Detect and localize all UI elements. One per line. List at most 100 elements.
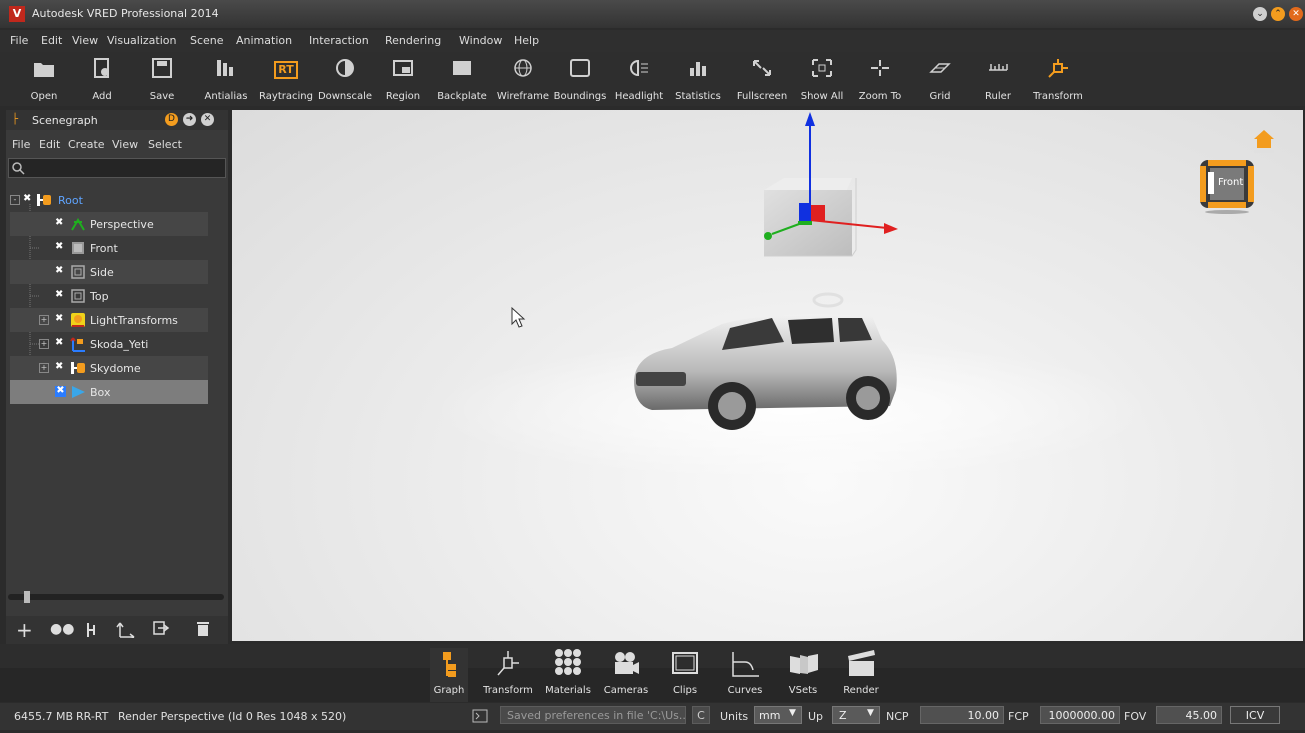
menu-rendering[interactable]: Rendering <box>385 34 441 47</box>
dock-tab-materials[interactable]: Materials <box>542 648 594 702</box>
panel-close-icon[interactable]: ✕ <box>201 113 214 126</box>
maximize-icon[interactable]: ⌃ <box>1271 7 1285 21</box>
menu-visualization[interactable]: Visualization <box>107 34 176 47</box>
home-icon[interactable] <box>1252 128 1276 154</box>
delete-icon[interactable] <box>196 621 210 637</box>
tree-node-side[interactable]: ✖ Side <box>10 260 208 284</box>
zoom-slider[interactable] <box>8 591 224 603</box>
transform-node-icon[interactable] <box>116 620 136 638</box>
up-label: Up <box>808 710 824 723</box>
collapse-icon[interactable]: - <box>10 195 20 205</box>
region-button[interactable]: Region <box>381 52 425 106</box>
save-button[interactable]: Save <box>140 52 184 106</box>
slider-handle[interactable] <box>24 591 30 603</box>
icv-button[interactable]: ICV <box>1230 706 1280 724</box>
render-viewport[interactable]: Front <box>232 110 1303 641</box>
dock-tab-transform[interactable]: Transform <box>480 648 536 702</box>
visibility-toggle[interactable]: ✖ <box>55 362 65 372</box>
antialias-button[interactable]: Antialias <box>202 52 250 106</box>
show-all-button[interactable]: Show All <box>796 52 848 106</box>
visibility-toggle[interactable]: ✖ <box>55 266 65 276</box>
render-mode: RR-RT <box>76 710 109 723</box>
dock-tab-clips[interactable]: Clips <box>662 648 708 702</box>
sg-menu-select[interactable]: Select <box>148 138 182 151</box>
headlight-button[interactable]: Headlight <box>612 52 666 106</box>
undock-arrow-icon[interactable]: ➜ <box>183 113 196 126</box>
backplate-button[interactable]: Backplate <box>434 52 490 106</box>
zoom-to-button[interactable]: Zoom To <box>854 52 906 106</box>
downscale-button[interactable]: Downscale <box>315 52 375 106</box>
visibility-toggle[interactable]: ✖ <box>23 194 33 204</box>
grid-button[interactable]: Grid <box>918 52 962 106</box>
add-node-icon[interactable]: + <box>16 618 33 642</box>
scenegraph-panel: ├ Scenegraph D ➜ ✕ File Edit Create View… <box>6 110 228 644</box>
menu-help[interactable]: Help <box>514 34 539 47</box>
scenegraph-search-input[interactable] <box>8 158 226 178</box>
dock-tab-graph[interactable]: Graph <box>430 648 468 702</box>
sg-menu-file[interactable]: File <box>12 138 30 151</box>
console-button[interactable]: C <box>692 706 710 724</box>
mouse-cursor <box>511 306 526 328</box>
tree-node-skydome[interactable]: + ✖ Skydome <box>10 356 208 380</box>
chevron-down-icon: ▼ <box>789 708 796 718</box>
boundings-button[interactable]: Boundings <box>552 52 608 106</box>
link-nodes-icon[interactable]: ●● <box>50 621 74 637</box>
visibility-toggle[interactable]: ✖ <box>55 242 65 252</box>
navigation-cube[interactable]: Front <box>1198 156 1256 214</box>
menu-scene[interactable]: Scene <box>190 34 224 47</box>
up-axis-select[interactable]: Z ▼ <box>832 706 880 724</box>
dock-icon[interactable]: D <box>165 113 178 126</box>
visibility-toggle[interactable]: ✖ <box>55 218 65 228</box>
transform-button[interactable]: Transform <box>1030 52 1086 106</box>
tree-node-top[interactable]: ✖ Top <box>10 284 208 308</box>
visibility-toggle[interactable]: ✖ <box>55 314 65 324</box>
ncp-input[interactable]: 10.00 <box>920 706 1004 724</box>
fov-input[interactable]: 45.00 <box>1156 706 1222 724</box>
expand-icon[interactable]: + <box>39 363 49 373</box>
close-icon[interactable]: ✕ <box>1289 7 1303 21</box>
headlight-icon <box>628 58 650 78</box>
tree-node-root[interactable]: - ✖ Root <box>10 188 208 212</box>
visibility-toggle[interactable]: ✖ <box>55 386 66 397</box>
menu-view[interactable]: View <box>72 34 98 47</box>
menu-file[interactable]: File <box>10 34 28 47</box>
minimize-icon[interactable]: ⌄ <box>1253 7 1267 21</box>
ruler-button[interactable]: Ruler <box>976 52 1020 106</box>
menu-window[interactable]: Window <box>459 34 502 47</box>
raytracing-button[interactable]: RT Raytracing <box>257 52 315 106</box>
dock-tab-cameras[interactable]: Cameras <box>600 648 652 702</box>
visibility-toggle[interactable]: ✖ <box>55 338 65 348</box>
open-button[interactable]: Open <box>24 52 64 106</box>
bottom-dock: Graph Transform Materials Cameras Clips … <box>0 644 1305 702</box>
menu-interaction[interactable]: Interaction <box>309 34 369 47</box>
add-file-icon <box>91 58 113 78</box>
fcp-input[interactable]: 1000000.00 <box>1040 706 1120 724</box>
fullscreen-button[interactable]: Fullscreen <box>734 52 790 106</box>
statistics-button[interactable]: Statistics <box>672 52 724 106</box>
tree-node-box[interactable]: ✖ Box <box>10 380 208 404</box>
dock-tab-vsets[interactable]: VSets <box>780 648 826 702</box>
dock-tab-curves[interactable]: Curves <box>720 648 770 702</box>
expand-icon[interactable]: + <box>39 315 49 325</box>
units-select[interactable]: mm ▼ <box>754 706 802 724</box>
add-button[interactable]: Add <box>82 52 122 106</box>
tree-node-front[interactable]: ✖ Front <box>10 236 208 260</box>
tree-node-lighttransforms[interactable]: + ✖ LightTransforms <box>10 308 208 332</box>
memory-usage: 6455.7 MB <box>14 710 74 723</box>
terminal-icon[interactable] <box>472 709 488 723</box>
sg-menu-create[interactable]: Create <box>68 138 105 151</box>
sg-menu-edit[interactable]: Edit <box>39 138 60 151</box>
menu-animation[interactable]: Animation <box>236 34 292 47</box>
dock-tab-render[interactable]: Render <box>836 648 886 702</box>
sg-menu-view[interactable]: View <box>112 138 138 151</box>
wireframe-button[interactable]: Wireframe <box>494 52 552 106</box>
curves-icon <box>732 652 759 677</box>
group-nodes-icon[interactable] <box>86 622 100 638</box>
chevron-down-icon: ▼ <box>867 708 874 718</box>
visibility-toggle[interactable]: ✖ <box>55 290 65 300</box>
tree-node-skoda-yeti[interactable]: + ✖ Skoda_Yeti <box>10 332 208 356</box>
tree-node-perspective[interactable]: ✖ Perspective <box>10 212 208 236</box>
menu-edit[interactable]: Edit <box>41 34 62 47</box>
clone-node-icon[interactable] <box>152 620 170 638</box>
expand-icon[interactable]: + <box>39 339 49 349</box>
